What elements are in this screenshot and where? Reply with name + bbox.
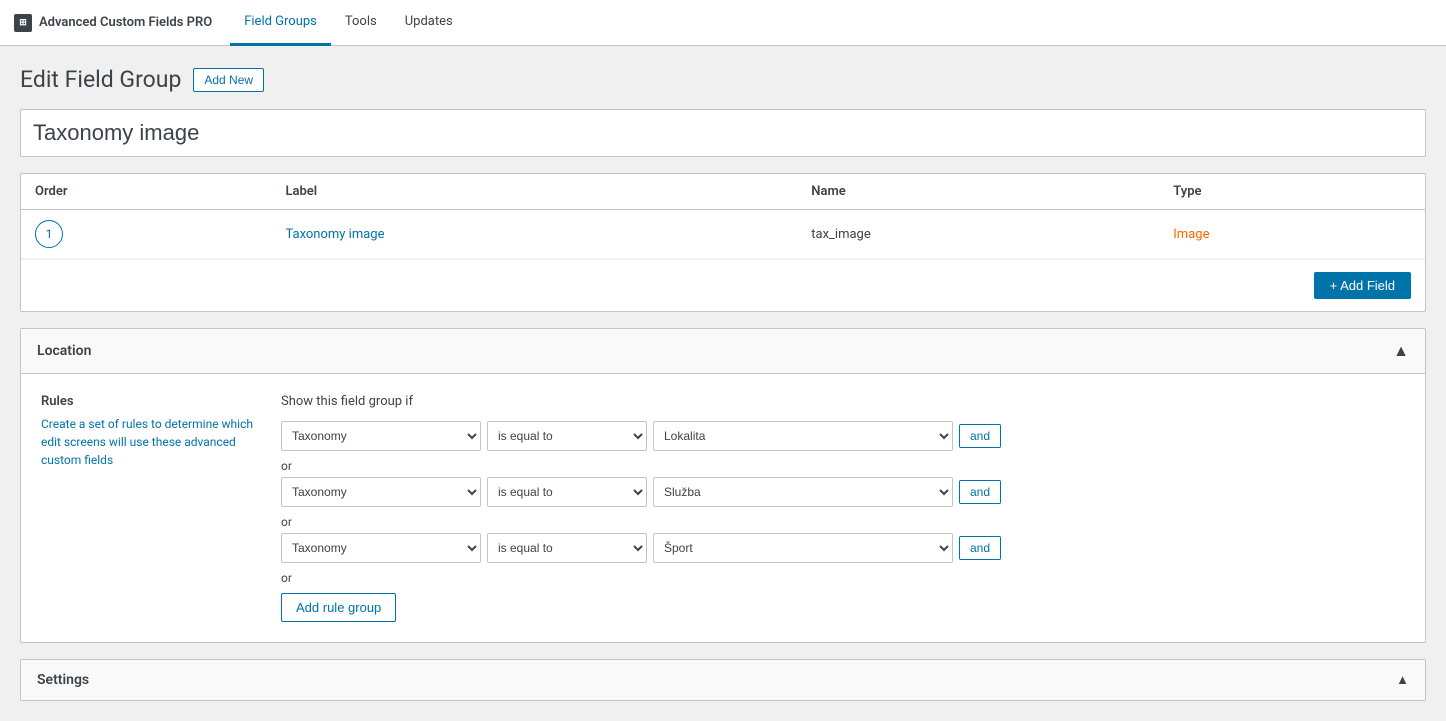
page-header: Edit Field Group Add New — [20, 66, 1426, 93]
settings-section: Settings ▲ — [20, 659, 1426, 701]
rule1-value-select[interactable]: Lokalita — [653, 421, 953, 451]
rule2-and-button[interactable]: and — [959, 480, 1001, 504]
rule3-value-select[interactable]: Šport — [653, 533, 953, 563]
field-group-title-input[interactable] — [20, 109, 1426, 157]
rules-main: Show this field group if Taxonomy is equ… — [281, 394, 1405, 622]
add-field-button[interactable]: + Add Field — [1314, 272, 1411, 299]
col-type: Type — [1159, 174, 1425, 210]
rule-row-3: Taxonomy is equal to Šport and — [281, 533, 1405, 563]
field-order: 1 — [21, 210, 271, 259]
app-title: Advanced Custom Fields PRO — [39, 15, 212, 30]
nav-tools[interactable]: Tools — [331, 0, 391, 46]
rules-description: Create a set of rules to determine which… — [41, 415, 261, 469]
settings-title: Settings — [37, 672, 89, 688]
rule1-condition-select[interactable]: is equal to — [487, 421, 647, 451]
rule-row-1: Taxonomy is equal to Lokalita and — [281, 421, 1405, 451]
settings-section-header[interactable]: Settings ▲ — [21, 660, 1425, 700]
field-label-cell: Taxonomy image — [271, 210, 797, 259]
rule3-and-button[interactable]: and — [959, 536, 1001, 560]
add-rule-group-button[interactable]: Add rule group — [281, 593, 396, 622]
rules-column: Rules Create a set of rules to determine… — [41, 394, 261, 622]
location-title: Location — [37, 343, 91, 359]
show-label: Show this field group if — [281, 394, 1405, 409]
location-section-header[interactable]: Location ▲ — [21, 329, 1425, 374]
table-row: 1 Taxonomy image tax_image Image — [21, 210, 1425, 259]
app-logo: ⊞ Advanced Custom Fields PRO — [14, 14, 212, 32]
final-or-label: or — [281, 571, 1405, 585]
location-section-body: Rules Create a set of rules to determine… — [21, 374, 1425, 642]
col-order: Order — [21, 174, 271, 210]
order-circle: 1 — [35, 220, 63, 248]
field-type-cell: Image — [1159, 210, 1425, 259]
rule2-condition-select[interactable]: is equal to — [487, 477, 647, 507]
location-toggle-icon: ▲ — [1393, 341, 1409, 361]
add-new-button[interactable]: Add New — [193, 68, 264, 92]
rule1-taxonomy-select[interactable]: Taxonomy — [281, 421, 481, 451]
rule3-condition-select[interactable]: is equal to — [487, 533, 647, 563]
col-label: Label — [271, 174, 797, 210]
rule2-value-select[interactable]: Služba — [653, 477, 953, 507]
rule1-and-button[interactable]: and — [959, 424, 1001, 448]
top-navigation: ⊞ Advanced Custom Fields PRO Field Group… — [0, 0, 1446, 46]
nav-field-groups[interactable]: Field Groups — [230, 0, 331, 46]
fields-section: Order Label Name Type 1 Taxonomy image t… — [20, 173, 1426, 312]
rule-row-2: Taxonomy is equal to Služba and — [281, 477, 1405, 507]
or-label-2: or — [281, 459, 1405, 473]
field-name: tax_image — [811, 227, 870, 242]
add-field-row: + Add Field — [21, 259, 1425, 311]
col-name: Name — [797, 174, 1159, 210]
rules-heading: Rules — [41, 394, 261, 409]
rule3-taxonomy-select[interactable]: Taxonomy — [281, 533, 481, 563]
logo-icon: ⊞ — [14, 14, 32, 32]
nav-updates[interactable]: Updates — [391, 0, 467, 46]
add-rule-group-row: Add rule group — [281, 589, 1405, 622]
main-content: Edit Field Group Add New Order Label Nam… — [0, 46, 1446, 721]
location-section: Location ▲ Rules Create a set of rules t… — [20, 328, 1426, 643]
page-title: Edit Field Group — [20, 66, 181, 93]
fields-table: Order Label Name Type 1 Taxonomy image t… — [21, 174, 1425, 259]
nav-links: Field Groups Tools Updates — [230, 0, 467, 45]
field-label-link[interactable]: Taxonomy image — [285, 227, 384, 242]
field-name-cell: tax_image — [797, 210, 1159, 259]
field-type: Image — [1173, 227, 1209, 242]
rule2-taxonomy-select[interactable]: Taxonomy — [281, 477, 481, 507]
or-label-3: or — [281, 515, 1405, 529]
settings-toggle-icon: ▲ — [1396, 672, 1409, 688]
